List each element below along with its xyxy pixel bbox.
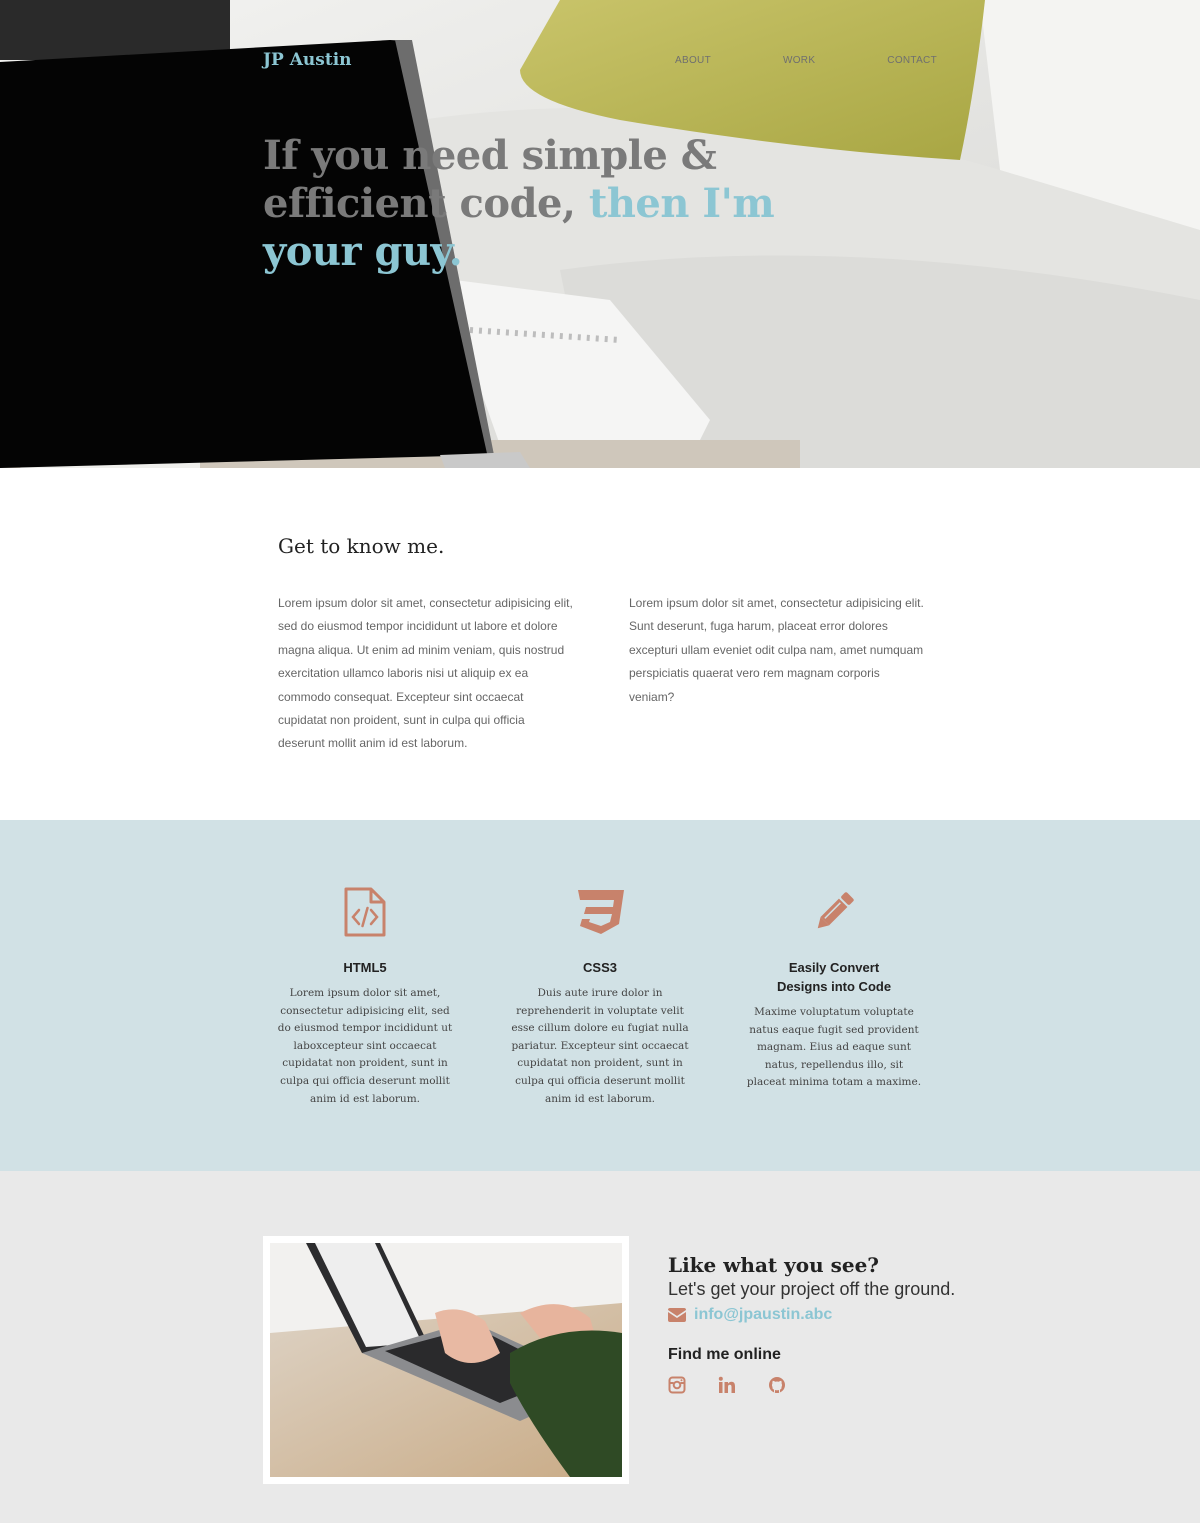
feature-title-line-1: Easily Convert (788, 960, 880, 975)
laptop-typing-image (270, 1243, 622, 1477)
pencil-icon (744, 886, 924, 938)
file-code-icon (275, 886, 455, 938)
feature-title-line-2: Designs into Code (776, 979, 892, 994)
hero-headline: If you need simple & efficient code, the… (263, 132, 863, 276)
nav-work[interactable]: WORK (783, 55, 815, 66)
find-me-title: Find me online (668, 1346, 781, 1363)
envelope-icon (668, 1308, 686, 1322)
feature-title: CSS3 (583, 960, 617, 975)
about-section: Get to know me. Lorem ipsum dolor sit am… (0, 468, 1200, 820)
hero-section: JP Austin ABOUT WORK CONTACT If you need… (0, 0, 1200, 468)
contact-subtitle: Let's get your project off the ground. (668, 1279, 956, 1299)
contact-title: Like what you see? (668, 1253, 880, 1277)
linkedin-icon[interactable] (718, 1376, 736, 1394)
feature-title: HTML5 (343, 960, 387, 975)
contact-photo (263, 1236, 629, 1484)
github-icon[interactable] (768, 1376, 786, 1394)
about-paragraph-left: Lorem ipsum dolor sit amet, consectetur … (278, 596, 573, 751)
main-nav: ABOUT WORK CONTACT (603, 55, 937, 66)
contact-cta: Like what you see? Let's get your projec… (668, 1253, 1008, 1394)
feature-text: Lorem ipsum dolor sit amet, consectetur … (277, 987, 453, 1105)
nav-contact[interactable]: CONTACT (887, 55, 937, 66)
feature-text: Maxime voluptatum voluptate natus eaque … (746, 1006, 922, 1089)
about-title: Get to know me. (278, 534, 445, 558)
logo-link[interactable]: JP Austin (263, 50, 352, 70)
features-section: HTML5 Lorem ipsum dolor sit amet, consec… (0, 820, 1200, 1171)
css3-icon (510, 886, 690, 938)
feature-title: Easily Convert Designs into Code (744, 958, 924, 996)
feature-design-to-code: Easily Convert Designs into Code Maxime v… (744, 886, 924, 1092)
email-link[interactable]: info@jpaustin.abc (694, 1306, 832, 1324)
email-row: info@jpaustin.abc (668, 1306, 1008, 1324)
feature-css3: CSS3 Duis aute irure dolor in reprehende… (510, 886, 690, 1108)
feature-text: Duis aute irure dolor in reprehenderit i… (511, 987, 689, 1105)
contact-section: Like what you see? Let's get your projec… (0, 1171, 1200, 1523)
about-paragraph-right: Lorem ipsum dolor sit amet, consectetur … (629, 596, 924, 704)
nav-about[interactable]: ABOUT (675, 55, 711, 66)
feature-html5: HTML5 Lorem ipsum dolor sit amet, consec… (275, 886, 455, 1108)
instagram-icon[interactable] (668, 1376, 686, 1394)
social-links (668, 1376, 1008, 1394)
